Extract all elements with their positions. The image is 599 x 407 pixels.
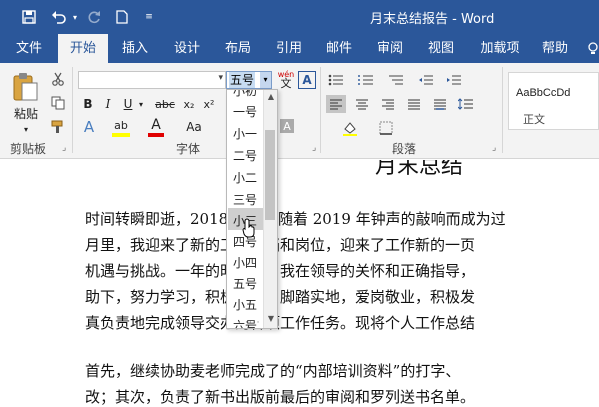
document-area[interactable]: 月末总结 时间转瞬即逝，2018 年即将随着 2019 年钟声的敲响而成为过 月… <box>0 160 599 407</box>
font-size-option[interactable]: 二号 <box>233 147 257 164</box>
paragraph-group-label: 段落 <box>392 142 417 156</box>
distributed-icon[interactable] <box>430 95 450 113</box>
font-size-option[interactable]: 小一 <box>233 125 257 142</box>
chevron-down-icon[interactable]: ▾ <box>260 72 271 88</box>
styles-gallery[interactable]: AaBbCcDd 正文 <box>508 72 599 130</box>
shading-icon[interactable] <box>340 119 360 137</box>
borders-icon[interactable] <box>376 119 396 137</box>
scroll-down-arrow-icon[interactable]: ▼ <box>268 314 274 323</box>
italic-button[interactable]: I <box>100 95 116 113</box>
justify-icon[interactable] <box>404 95 424 113</box>
doc-line: 真负责地完成领导交办的各项工作任务。现将个人工作总结 <box>85 314 476 332</box>
strikethrough-button[interactable]: abc <box>154 95 176 113</box>
align-left-icon[interactable] <box>326 95 346 113</box>
new-document-icon[interactable] <box>112 6 132 28</box>
tab-design[interactable]: 设计 <box>164 34 210 63</box>
font-size-box[interactable]: 五号 ▾ <box>226 71 272 89</box>
tab-help[interactable]: 帮助 <box>532 34 578 63</box>
decrease-indent-icon[interactable] <box>416 71 436 89</box>
group-divider <box>72 67 73 153</box>
font-size-option[interactable]: 一号 <box>233 103 257 120</box>
clipboard-group-label: 剪贴板 <box>10 142 47 156</box>
font-color-button[interactable]: A <box>148 117 164 137</box>
paste-icon[interactable] <box>10 71 40 103</box>
underline-dropdown-arrow-icon[interactable]: ▾ <box>136 95 146 113</box>
document-title: 月末总结 <box>375 160 464 179</box>
subscript-button[interactable]: x₂ <box>180 95 198 113</box>
paste-button-label[interactable]: 粘贴 <box>8 105 44 121</box>
undo-dropdown-arrow-icon[interactable]: ▾ <box>70 6 80 28</box>
lightbulb-icon[interactable] <box>586 34 599 63</box>
ribbon: 粘贴 ▾ 剪贴板 ⌟ ▾ 五号 ▾ wén 文 A B I U ▾ abc x₂… <box>0 63 599 159</box>
tab-mailings[interactable]: 邮件 <box>316 34 362 63</box>
window-title: 月末总结报告 - Word <box>370 12 495 27</box>
doc-line: 助下，努力学习，积极工作，脚踏实地，爱岗敬业，积极发 <box>85 288 476 306</box>
font-size-dropdown[interactable]: 小初 一号 小一 二号 小二 三号 小三 四号 小四 五号 小五 六号 ▲ ▼ … <box>226 89 278 329</box>
dropdown-resize-grip[interactable]: ···· <box>245 318 260 328</box>
line-spacing-icon[interactable] <box>456 95 476 113</box>
change-case-button[interactable]: Aa <box>184 117 204 137</box>
mouse-pointer-icon <box>242 218 256 242</box>
group-divider <box>320 67 321 153</box>
superscript-icon[interactable]: x² <box>200 95 218 113</box>
phonetic-guide-char: 文 <box>280 77 292 90</box>
multilevel-list-icon[interactable] <box>386 71 406 89</box>
redo-icon[interactable] <box>84 6 104 28</box>
underline-button[interactable]: U <box>120 95 136 113</box>
text-highlight-button[interactable]: ab <box>112 117 130 137</box>
paragraph-launcher-icon[interactable]: ⌟ <box>492 143 496 153</box>
undo-icon[interactable] <box>48 6 70 28</box>
tab-view[interactable]: 视图 <box>418 34 464 63</box>
doc-line: 改；其次，负责了新书出版前最后的审阅和罗列送书名单。 <box>85 388 476 406</box>
align-right-icon[interactable] <box>378 95 398 113</box>
font-group-label: 字体 <box>176 142 201 156</box>
font-size-option[interactable]: 小五 <box>233 296 257 313</box>
font-size-option[interactable]: 小初 <box>233 90 257 99</box>
cut-icon[interactable] <box>50 71 66 87</box>
style-sample: AaBbCcDd <box>516 87 571 99</box>
tab-insert[interactable]: 插入 <box>112 34 158 63</box>
doc-line: 时间转瞬即逝，2018 年即将随着 2019 年钟声的敲响而成为过 <box>85 210 506 228</box>
tab-references[interactable]: 引用 <box>266 34 312 63</box>
title-bar: ▾ ≡ 月末总结报告 - Word <box>0 0 599 34</box>
scroll-up-arrow-icon[interactable]: ▲ <box>268 92 274 101</box>
style-name-normal: 正文 <box>523 113 545 126</box>
doc-line: 机遇与挑战。一年的时间里，我在领导的关怀和正确指导， <box>85 262 476 280</box>
dropdown-scrollbar-thumb[interactable] <box>265 130 275 220</box>
ribbon-tabs: 文件 开始 插入 设计 布局 引用 邮件 审阅 视图 加载项 帮助 <box>0 34 599 63</box>
tab-review[interactable]: 审阅 <box>367 34 413 63</box>
tab-layout[interactable]: 布局 <box>215 34 261 63</box>
font-name-box[interactable]: ▾ <box>78 71 226 89</box>
text-effects-button[interactable]: A <box>80 117 98 137</box>
clipboard-launcher-icon[interactable]: ⌟ <box>62 143 66 153</box>
character-shading-button[interactable]: A <box>280 119 294 133</box>
font-size-option[interactable]: 五号 <box>233 275 257 292</box>
phonetic-guide-button[interactable]: wén 文 <box>276 69 296 89</box>
paste-dropdown-arrow-icon[interactable]: ▾ <box>18 123 34 135</box>
bullets-icon[interactable] <box>326 71 346 89</box>
increase-indent-icon[interactable] <box>444 71 464 89</box>
align-center-icon[interactable] <box>352 95 372 113</box>
chevron-down-icon[interactable]: ▾ <box>218 73 223 83</box>
format-painter-icon[interactable] <box>50 119 66 135</box>
tab-home[interactable]: 开始 <box>58 34 108 63</box>
character-border-button[interactable]: A <box>298 71 316 89</box>
customize-arrow-icon[interactable]: ≡ <box>142 6 156 28</box>
group-divider <box>502 67 503 153</box>
numbering-icon[interactable] <box>356 71 376 89</box>
tab-file[interactable]: 文件 <box>6 34 52 63</box>
tab-addins[interactable]: 加载项 <box>472 34 528 63</box>
doc-line: 首先，继续协助麦老师完成了的“内部培训资料”的打字、 <box>85 362 461 380</box>
font-size-option[interactable]: 小二 <box>233 169 257 186</box>
font-size-option[interactable]: 三号 <box>233 191 257 208</box>
bold-button[interactable]: B <box>80 95 96 113</box>
font-size-option[interactable]: 小四 <box>233 254 257 271</box>
copy-icon[interactable] <box>50 95 66 111</box>
save-icon[interactable] <box>18 6 40 28</box>
font-launcher-icon[interactable]: ⌟ <box>312 143 316 153</box>
font-size-value: 五号 <box>229 72 256 88</box>
doc-line: 月里，我迎来了新的工作搭档和岗位，迎来了工作新的一页 <box>85 236 476 254</box>
